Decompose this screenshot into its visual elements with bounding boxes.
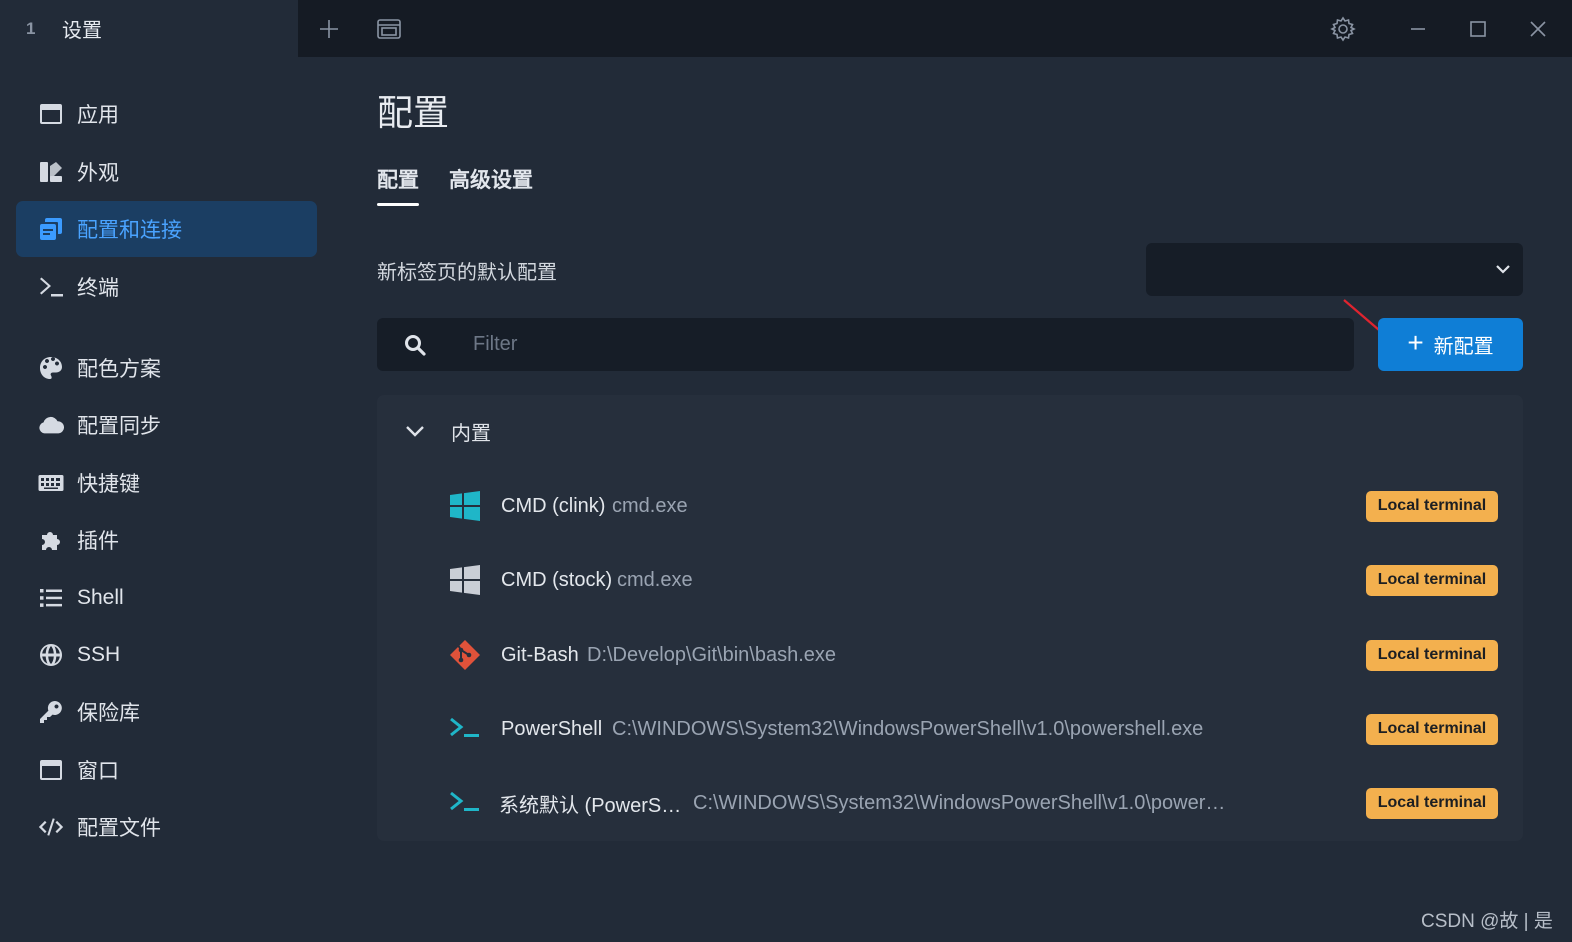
profile-row[interactable]: PowerShell C:\WINDOWS\System32\WindowsPo… [377,692,1523,766]
sidebar-item-hotkeys[interactable]: 快捷键 [16,455,317,511]
tab-settings[interactable]: 1 设置 [0,0,298,57]
default-profile-select[interactable] [1146,243,1523,296]
profile-name: CMD (stock) [501,568,613,591]
profile-name: 系统默认 (PowerS… [499,794,682,817]
sidebar-item-terminal[interactable]: 终端 [16,259,317,315]
appearance-icon [38,159,64,185]
app-window-icon [38,101,64,127]
sidebar-item-color-schemes[interactable]: 配色方案 [16,340,317,396]
profile-name: Git-Bash [501,643,579,666]
filter-box [377,318,1354,371]
sidebar-item-vault[interactable]: 保险库 [16,684,317,740]
powershell-icon [449,787,481,819]
sidebar-item-application[interactable]: 应用 [16,86,317,142]
group-label: 内置 [451,422,491,445]
profile-command: C:\WINDOWS\System32\WindowsPowerShell\v1… [612,717,1204,740]
maximize-button[interactable] [1461,12,1495,46]
sidebar-item-label: SSH [77,643,121,666]
profile-type-badge: Local terminal [1366,787,1498,819]
maximize-icon [1470,21,1486,37]
active-tab-indicator [377,203,419,206]
sidebar-item-label: 配置同步 [77,415,161,438]
profile-type-badge: Local terminal [1366,564,1498,596]
sidebar-item-appearance[interactable]: 外观 [16,144,317,200]
profile-command: cmd.exe [617,568,693,591]
profiles-menu-button[interactable] [372,12,406,46]
page-title: 配置 [377,92,450,133]
new-profile-label: 新配置 [1433,336,1494,358]
sidebar-item-label: 配色方案 [77,358,161,381]
window-icon [38,757,64,783]
tab-profiles[interactable]: 配置 [377,164,419,194]
sidebar-item-label: Shell [77,586,124,609]
profile-name: PowerShell [501,717,603,740]
profiles-icon [38,216,64,242]
group-header-builtin[interactable]: 内置 [377,395,1523,467]
sidebar-item-label: 窗口 [77,760,119,783]
plus-icon: + [1407,327,1424,358]
profile-command: cmd.exe [612,494,688,517]
sidebar-item-label: 配置和连接 [77,219,182,242]
settings-button[interactable] [1326,12,1360,46]
windows-gray-icon [449,564,481,596]
cloud-icon [38,412,64,438]
profile-type-badge: Local terminal [1366,490,1498,522]
sidebar: 应用 外观 配置和连接 终端 配色方案 配置同步 快捷键 插件 Shell SS… [0,57,336,942]
profile-type-badge: Local terminal [1366,713,1498,745]
sidebar-item-ssh[interactable]: SSH [16,627,317,683]
profile-row[interactable]: Git-Bash D:\Develop\Git\bin\bash.exe Loc… [377,618,1523,692]
plus-icon [320,20,338,38]
sidebar-item-profiles[interactable]: 配置和连接 [16,201,317,257]
new-tab-button[interactable] [312,12,346,46]
minimize-icon [1411,28,1425,30]
sidebar-item-label: 应用 [77,104,119,127]
title-bar: 1 设置 [0,0,1572,57]
new-profile-button[interactable]: + 新配置 [1378,318,1523,371]
sidebar-item-label: 外观 [77,162,119,185]
sidebar-item-plugins[interactable]: 插件 [16,512,317,568]
code-icon [38,814,64,840]
list-icon [38,585,64,611]
sidebar-item-shell[interactable]: Shell [16,570,317,626]
profiles-panel: 内置 CMD (clink) cmd.exe Local terminal CM… [377,395,1523,841]
default-profile-label: 新标签页的默认配置 [377,262,557,284]
globe-icon [38,642,64,668]
sidebar-item-label: 终端 [77,277,119,300]
profile-row[interactable]: CMD (stock) cmd.exe Local terminal [377,543,1523,617]
profile-name: CMD (clink) [501,494,606,517]
close-button[interactable] [1521,12,1555,46]
tab-number: 1 [26,18,36,38]
sidebar-item-label: 配置文件 [77,817,161,840]
profile-command: D:\Develop\Git\bin\bash.exe [587,643,837,666]
tab-advanced-settings[interactable]: 高级设置 [449,164,533,194]
terminal-prompt-icon [38,274,64,300]
key-icon [38,699,64,725]
sidebar-item-label: 插件 [77,530,119,553]
filter-input[interactable] [473,318,1333,371]
window-icon [377,19,401,39]
sidebar-item-label: 快捷键 [77,473,140,496]
sidebar-item-window[interactable]: 窗口 [16,742,317,798]
watermark: CSDN @故 | 是 [1421,911,1553,932]
close-icon [1530,21,1546,37]
sidebar-item-config-file[interactable]: 配置文件 [16,799,317,855]
puzzle-icon [38,527,64,553]
sidebar-item-label: 保险库 [77,702,140,725]
profile-type-badge: Local terminal [1366,639,1498,671]
palette-icon [38,355,64,381]
profile-command: C:\WINDOWS\System32\WindowsPowerShell\v1… [693,791,1226,814]
powershell-icon [449,713,481,745]
minimize-button[interactable] [1401,12,1435,46]
git-icon [449,639,481,671]
profile-row[interactable]: CMD (clink) cmd.exe Local terminal [377,469,1523,543]
chevron-down-icon [406,426,424,437]
keyboard-icon [38,470,64,496]
chevron-down-icon [1496,265,1510,274]
windows-color-icon [449,490,481,522]
tab-title: 设置 [62,20,102,42]
profile-row[interactable]: 系统默认 (PowerS… C:\WINDOWS\System32\Window… [377,766,1523,840]
gear-icon [1330,16,1356,42]
search-icon [405,335,426,356]
sidebar-item-config-sync[interactable]: 配置同步 [16,397,317,453]
